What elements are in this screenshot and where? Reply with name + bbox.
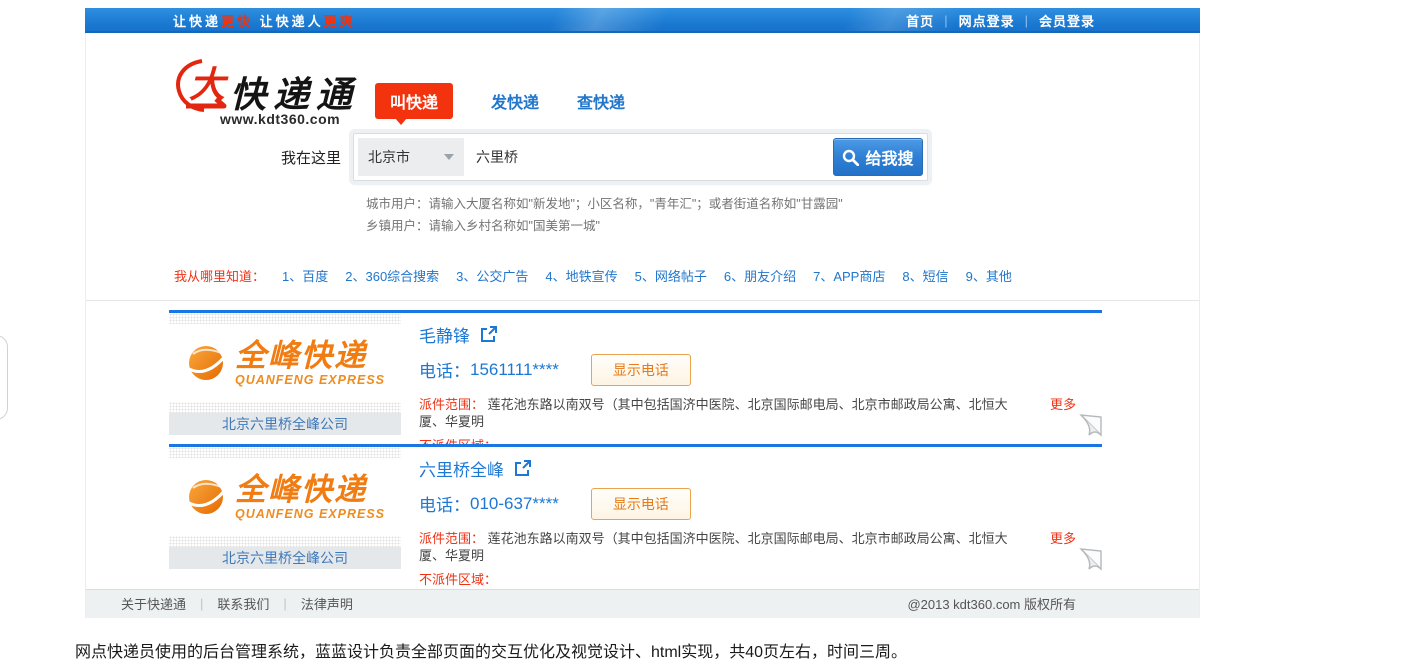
- city-select-value: 北京市: [368, 147, 410, 167]
- referral-option-app-store[interactable]: 7、APP商店: [813, 269, 885, 284]
- search-hints: 城市用户：请输入大厦名称如"新发地"；小区名称，"青年汇"；或者街道名称如"甘露…: [86, 194, 1199, 238]
- referral-option-sms[interactable]: 8、短信: [902, 269, 948, 284]
- globe-icon: [185, 476, 229, 518]
- page-fold-icon: [1079, 547, 1103, 571]
- footer-legal-link[interactable]: 法律声明: [301, 594, 353, 613]
- phone-value: 1561111****: [470, 360, 559, 380]
- result-content: 毛静锋 电话： 1561111**** 显示电话: [401, 313, 1102, 435]
- logo-name: 快递通: [230, 77, 359, 113]
- member-login-link[interactable]: 会员登录: [1039, 11, 1095, 30]
- delivery-range-text: 莲花池东路以南双号（其中包括国济中医院、北京国际邮电局、北京市邮政局公寓、北恒大…: [419, 531, 1008, 564]
- page-footer: 关于快递通 | 联系我们 | 法律声明 @2013 kdt360.com 版权所…: [86, 589, 1199, 618]
- topbar-links: 首页 | 网点登录 | 会员登录: [906, 11, 1095, 30]
- separator: |: [283, 596, 286, 611]
- delivery-range-row: 派件范围： 莲花池东路以南双号（其中包括国济中医院、北京国际邮电局、北京市邮政局…: [419, 396, 1102, 431]
- city-select[interactable]: 北京市: [358, 138, 464, 176]
- referral-option-bus-ad[interactable]: 3、公交广告: [456, 269, 528, 284]
- location-label: 我在这里: [281, 147, 343, 168]
- company-name: 北京六里桥全峰公司: [169, 413, 401, 435]
- show-phone-button[interactable]: 显示电话: [591, 354, 691, 386]
- delivery-range-row: 派件范围： 莲花池东路以南双号（其中包括国济中医院、北京国际邮电局、北京市邮政局…: [419, 530, 1102, 565]
- referral-option-forum[interactable]: 5、网络帖子: [635, 269, 707, 284]
- referral-row: 我从哪里知道： 1、百度 2、360综合搜索 3、公交广告 4、地铁宣传 5、网络帖子 6、…: [86, 266, 1199, 301]
- site-page: 让快递更快 让快递人更爽 首页 | 网点登录 | 会员登录 大 快递通: [85, 8, 1200, 618]
- slogan-text: 让快递: [173, 14, 221, 29]
- referral-label: 我从哪里知道：: [174, 269, 265, 284]
- referral-option-subway[interactable]: 4、地铁宣传: [545, 269, 617, 284]
- svg-text:大: 大: [189, 64, 229, 105]
- company-logo-en: QUANFENG EXPRESS: [235, 508, 385, 521]
- result-card: 全峰快递 QUANFENG EXPRESS 北京六里桥全峰公司 毛静锋: [169, 310, 1102, 435]
- edge-widget-artifact: [0, 335, 8, 420]
- search-box: 北京市 给我搜: [353, 133, 928, 181]
- company-logo-column: 全峰快递 QUANFENG EXPRESS 北京六里桥全峰公司: [169, 447, 401, 569]
- search-input[interactable]: [464, 138, 833, 176]
- separator: |: [944, 13, 948, 28]
- more-link[interactable]: 更多: [1050, 530, 1076, 548]
- footer-about-link[interactable]: 关于快递通: [121, 594, 186, 613]
- delivery-range-label: 派件范围：: [419, 531, 484, 546]
- result-card: 全峰快递 QUANFENG EXPRESS 北京六里桥全峰公司 六里桥全峰: [169, 444, 1102, 569]
- logo-top: 大 快递通: [174, 57, 359, 113]
- tab-send-package[interactable]: 发快递: [491, 89, 539, 113]
- main-tabs: 叫快递 发快递 查快递: [375, 83, 625, 119]
- separator: |: [1025, 13, 1029, 28]
- hint-city-users: 城市用户：请输入大厦名称如"新发地"；小区名称，"青年汇"；或者街道名称如"甘露…: [366, 194, 1199, 216]
- page-fold-icon: [1079, 413, 1103, 437]
- footer-contact-link[interactable]: 联系我们: [217, 594, 269, 613]
- description-caption: 网点快递员使用的后台管理系统，蓝蓝设计负责全部页面的交互优化及视觉设计、html…: [75, 638, 907, 662]
- branch-login-link[interactable]: 网点登录: [959, 11, 1015, 30]
- site-logo[interactable]: 大 快递通 www.kdt360.com: [174, 57, 359, 127]
- referral-option-baidu[interactable]: 1、百度: [282, 269, 328, 284]
- hint-town-users: 乡镇用户：请输入乡村名称如"国美第一城": [366, 216, 1199, 238]
- company-logo-cn: 全峰快递: [235, 474, 385, 505]
- show-phone-button[interactable]: 显示电话: [591, 488, 691, 520]
- logo-mark-icon: 大: [174, 57, 234, 113]
- no-delivery-label: 不派件区域：: [419, 569, 1102, 588]
- tab-track-package[interactable]: 查快递: [577, 89, 625, 113]
- header-row: 大 快递通 www.kdt360.com 叫快递 发快递 查快递: [86, 33, 1199, 125]
- referral-option-friend[interactable]: 6、朋友介绍: [724, 269, 796, 284]
- slogan-highlight: 更爽: [324, 14, 356, 29]
- external-link-icon[interactable]: [514, 460, 532, 477]
- courier-name-link[interactable]: 六里桥全峰: [419, 456, 504, 481]
- phone-value: 010-637****: [470, 494, 559, 514]
- company-logo: 全峰快递 QUANFENG EXPRESS: [169, 313, 401, 413]
- phone-label: 电话：: [419, 357, 470, 382]
- courier-name-link[interactable]: 毛静锋: [419, 322, 470, 347]
- company-logo-column: 全峰快递 QUANFENG EXPRESS 北京六里桥全峰公司: [169, 313, 401, 435]
- tab-call-courier[interactable]: 叫快递: [375, 83, 453, 119]
- referral-option-other[interactable]: 9、其他: [966, 269, 1012, 284]
- company-logo: 全峰快递 QUANFENG EXPRESS: [169, 447, 401, 547]
- topbar: 让快递更快 让快递人更爽 首页 | 网点登录 | 会员登录: [85, 8, 1200, 33]
- company-logo-text: 全峰快递 QUANFENG EXPRESS: [235, 340, 385, 387]
- footer-links: 关于快递通 | 联系我们 | 法律声明: [121, 594, 353, 613]
- company-logo-en: QUANFENG EXPRESS: [235, 374, 385, 387]
- search-row: 我在这里 北京市 给我搜: [86, 133, 1199, 181]
- globe-icon: [185, 342, 229, 384]
- delivery-range-text: 莲花池东路以南双号（其中包括国济中医院、北京国际邮电局、北京市邮政局公寓、北恒大…: [419, 397, 1008, 430]
- referral-option-360[interactable]: 2、360综合搜索: [345, 269, 439, 284]
- more-link[interactable]: 更多: [1050, 396, 1076, 414]
- home-link[interactable]: 首页: [906, 11, 934, 30]
- search-button[interactable]: 给我搜: [833, 138, 923, 176]
- slogan-text: 让快递人: [253, 14, 324, 29]
- search-icon: [842, 149, 859, 166]
- delivery-range-label: 派件范围：: [419, 397, 484, 412]
- chevron-down-icon: [444, 154, 454, 160]
- company-name: 北京六里桥全峰公司: [169, 547, 401, 569]
- logo-url: www.kdt360.com: [220, 111, 359, 127]
- company-logo-cn: 全峰快递: [235, 340, 385, 371]
- phone-label: 电话：: [419, 491, 470, 516]
- search-button-label: 给我搜: [865, 145, 913, 169]
- result-content: 六里桥全峰 电话： 010-637**** 显示电话: [401, 447, 1102, 569]
- site-slogan: 让快递更快 让快递人更爽: [173, 11, 356, 30]
- company-logo-text: 全峰快递 QUANFENG EXPRESS: [235, 474, 385, 521]
- slogan-highlight: 更快: [221, 14, 253, 29]
- separator: |: [200, 596, 203, 611]
- copyright-text: @2013 kdt360.com 版权所有: [907, 594, 1076, 613]
- external-link-icon[interactable]: [480, 326, 498, 343]
- page-body: 大 快递通 www.kdt360.com 叫快递 发快递 查快递 我在这里 北京…: [85, 33, 1200, 618]
- results-list: 全峰快递 QUANFENG EXPRESS 北京六里桥全峰公司 毛静锋: [86, 301, 1199, 569]
